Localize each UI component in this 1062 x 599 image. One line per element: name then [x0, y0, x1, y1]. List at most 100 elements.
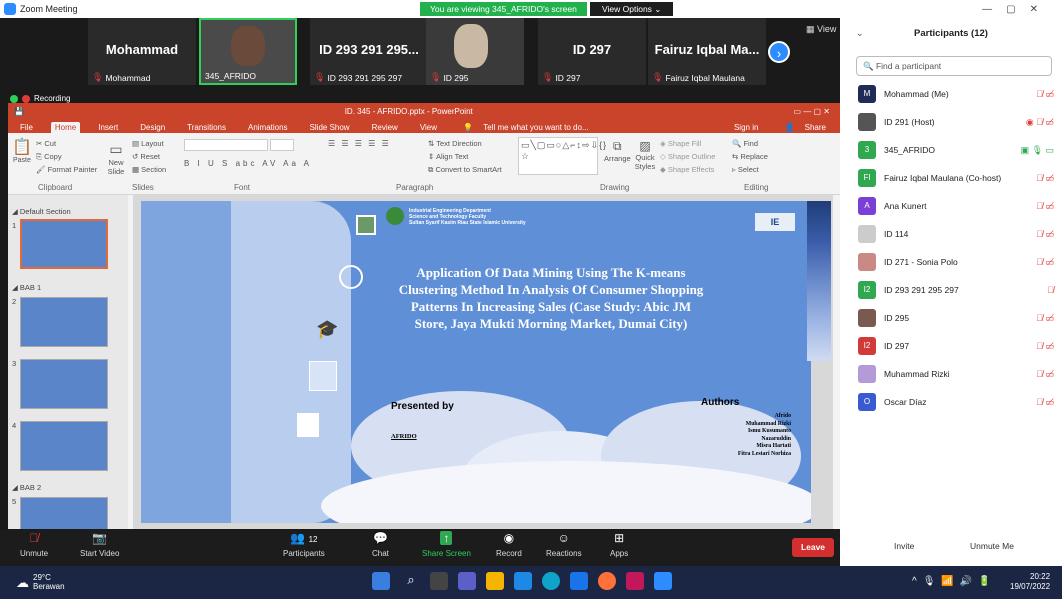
reactions-button[interactable]: ☺ Reactions	[546, 531, 582, 558]
participant-search-input[interactable]: 🔍 Find a participant	[856, 56, 1052, 76]
start-video-button[interactable]: 📷 Start Video	[80, 531, 119, 558]
participant-row[interactable]: FI Fairuz Iqbal Maulana (Co-host) 🎙̸ ▭̸	[858, 167, 1054, 189]
participant-row[interactable]: A Ana Kunert 🎙̸ ▭̸	[858, 195, 1054, 217]
calendar-icon[interactable]	[570, 572, 588, 590]
shape-fill-button[interactable]: ◈ Shape Fill	[660, 137, 715, 150]
monitor-icon	[356, 215, 376, 235]
record-icon: ◉	[503, 531, 515, 545]
new-slide-button[interactable]: ▭ New Slide	[106, 141, 126, 176]
participant-row[interactable]: ID 295 🎙̸ ▭̸	[858, 307, 1054, 329]
section-label[interactable]: ◢ Default Section	[12, 207, 71, 216]
tab-view[interactable]: View	[416, 122, 441, 133]
paragraph-buttons[interactable]: ☰ ☰ ☰ ☰ ☰	[328, 139, 391, 148]
chat-button[interactable]: 💬 Chat	[372, 531, 389, 558]
participant-row[interactable]: ID 291 (Host) ◉ 🎙̸ ▭̸	[858, 111, 1054, 133]
current-slide[interactable]: 🎓 Industrial Engineering Department Scie…	[141, 201, 811, 523]
search-icon[interactable]: ⌕	[402, 572, 420, 590]
select-button[interactable]: ▹ Select	[732, 163, 768, 176]
view-options-button[interactable]: View Options ⌄	[590, 2, 674, 16]
leave-button[interactable]: Leave	[792, 538, 834, 557]
tab-insert[interactable]: Insert	[94, 122, 122, 133]
store-icon[interactable]	[514, 572, 532, 590]
participant-row[interactable]: 3 345_AFRIDO ▣ 🎙 ▭	[858, 139, 1054, 161]
tab-animations[interactable]: Animations	[244, 122, 292, 133]
cut-button[interactable]: ✂ Cut	[36, 137, 97, 150]
tab-transitions[interactable]: Transitions	[183, 122, 230, 133]
arrange-button[interactable]: ⧉ Arrange	[604, 139, 631, 163]
firefox-icon[interactable]	[598, 572, 616, 590]
share-button[interactable]: 👤 Share	[776, 122, 834, 133]
slide-thumb[interactable]	[20, 421, 108, 471]
zoom-taskbar-icon[interactable]	[654, 572, 672, 590]
clock[interactable]: 20:22 19/07/2022	[1010, 572, 1050, 592]
font-family-select[interactable]	[184, 139, 268, 151]
window-controls[interactable]: ▭ — ▢ ✕	[794, 107, 831, 116]
replace-button[interactable]: ⇆ Replace	[732, 150, 768, 163]
window-controls[interactable]: —▢✕	[982, 4, 1052, 15]
unmute-me-button[interactable]: Unmute Me	[970, 541, 1014, 551]
next-page-arrow-icon[interactable]: ›	[768, 41, 790, 63]
participant-row[interactable]: M Mohammad (Me) 🎙̸ ▭̸	[858, 83, 1054, 105]
ppt-document-title: ID. 345 - AFRIDO.pptx - PowerPoint	[344, 106, 473, 116]
find-button[interactable]: 🔍 Find	[732, 137, 768, 150]
tab-review[interactable]: Review	[368, 122, 402, 133]
format-painter-button[interactable]: 🖌 Format Painter	[36, 163, 97, 176]
unmute-button[interactable]: 🎙̸ Unmute	[20, 531, 48, 558]
edge-icon[interactable]	[542, 572, 560, 590]
text-direction-button[interactable]: ⇅ Text Direction	[428, 137, 502, 150]
file-explorer-icon[interactable]	[486, 572, 504, 590]
participant-row[interactable]: I2 ID 297 🎙̸ ▭̸	[858, 335, 1054, 357]
convert-smartart-button[interactable]: ⧉ Convert to SmartArt	[428, 163, 502, 176]
video-thumb[interactable]: 🎙 ID 295	[426, 18, 524, 85]
system-tray-icons[interactable]: ^🎙📶🔊🔋	[912, 576, 997, 587]
participant-row[interactable]: O Oscar Díaz 🎙̸ ▭̸	[858, 391, 1054, 413]
tab-file[interactable]: File	[16, 122, 37, 133]
sign-in-link[interactable]: Sign in	[730, 122, 762, 133]
participant-row[interactable]: Muhammad Rizki 🎙̸ ▭̸	[858, 363, 1054, 385]
app-icon[interactable]	[626, 572, 644, 590]
video-thumb[interactable]: Fairuz Iqbal Ma... 🎙 Fairuz Iqbal Maulana	[648, 18, 766, 85]
slide-thumb[interactable]	[20, 297, 108, 347]
apps-button[interactable]: ⊞ Apps	[610, 531, 628, 558]
slide-thumb[interactable]	[20, 359, 108, 409]
view-button[interactable]: ▦ View	[806, 24, 836, 35]
tab-design[interactable]: Design	[136, 122, 169, 133]
windows-start-icon[interactable]	[372, 572, 390, 590]
shape-effects-button[interactable]: ◆ Shape Effects	[660, 163, 715, 176]
record-button[interactable]: ◉ Record	[496, 531, 522, 558]
teams-icon[interactable]	[458, 572, 476, 590]
ppt-title-bar: 💾 ID. 345 - AFRIDO.pptx - PowerPoint ▭ —…	[8, 103, 840, 119]
align-text-button[interactable]: ⇕ Align Text	[428, 150, 502, 163]
weather-widget[interactable]: ☁ 29°C Berawan	[16, 573, 65, 591]
tell-me-box[interactable]: 💡 Tell me what you want to do...	[455, 122, 597, 133]
participant-row[interactable]: ID 114 🎙̸ ▭̸	[858, 223, 1054, 245]
slide-thumb[interactable]	[20, 219, 108, 269]
invite-button[interactable]: Invite	[894, 541, 914, 551]
shapes-gallery[interactable]: ▭╲▢▭○△⌐↕⇨⇩{}☆	[518, 137, 606, 175]
reset-button[interactable]: ↺ Reset	[132, 150, 166, 163]
department-header: Industrial Engineering Department Scienc…	[409, 208, 526, 226]
copy-button[interactable]: ⎘ Copy	[36, 150, 97, 163]
font-size-select[interactable]	[270, 139, 294, 151]
section-label[interactable]: ◢ BAB 2	[12, 483, 41, 492]
paste-button[interactable]: 📋 Paste	[12, 137, 32, 164]
save-icon[interactable]: 💾	[14, 107, 24, 116]
section-button[interactable]: ▦ Section	[132, 163, 166, 176]
video-thumb-active[interactable]: 345_AFRIDO	[199, 18, 297, 85]
tab-slide-show[interactable]: Slide Show	[306, 122, 354, 133]
video-thumb[interactable]: Mohammad 🎙 Mohammad	[88, 18, 196, 85]
tab-home[interactable]: Home	[50, 122, 81, 133]
participant-row[interactable]: I2 ID 293 291 295 297 🎙̸	[858, 279, 1054, 301]
font-format-buttons[interactable]: B I U S abc AV Aa A	[184, 159, 312, 168]
layout-button[interactable]: ▤ Layout	[132, 137, 166, 150]
share-screen-button[interactable]: ↑ Share Screen	[422, 531, 471, 558]
video-thumb[interactable]: ID 293 291 295... 🎙 ID 293 291 295 297	[310, 18, 428, 85]
quick-styles-button[interactable]: ▨ Quick Styles	[634, 139, 656, 171]
section-label[interactable]: ◢ BAB 1	[12, 283, 41, 292]
slide-thumb[interactable]	[20, 497, 108, 529]
participants-button[interactable]: 👥 12 Participants	[283, 531, 325, 558]
shape-outline-button[interactable]: ◇ Shape Outline	[660, 150, 715, 163]
task-view-icon[interactable]	[430, 572, 448, 590]
video-thumb[interactable]: ID 297 🎙 ID 297	[538, 18, 646, 85]
participant-row[interactable]: ID 271 - Sonia Polo 🎙̸ ▭̸	[858, 251, 1054, 273]
